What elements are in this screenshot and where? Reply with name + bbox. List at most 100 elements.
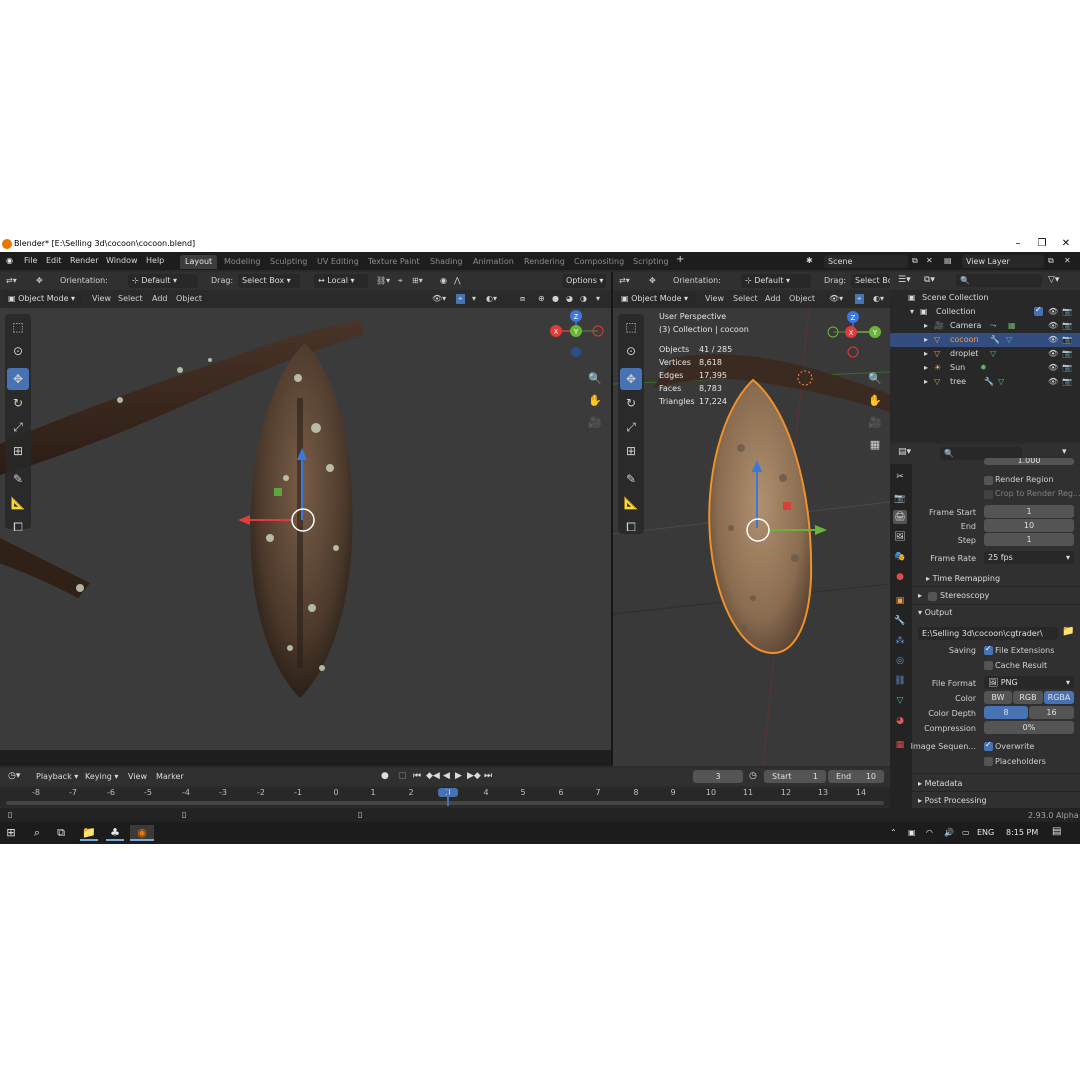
timeline-editor-icon[interactable]: ◷▾	[8, 771, 20, 781]
select-box-tool-icon[interactable]: ⬚	[7, 316, 29, 338]
outliner-row-sun[interactable]: ▸ ☀ Sun ✹ 👁 📷	[890, 361, 1080, 375]
color-depth-8-button[interactable]: 8	[984, 706, 1028, 719]
file-format-dropdown[interactable]: 🖼 PNG ▾	[984, 676, 1074, 689]
frame-rate-dropdown[interactable]: 25 fps ▾	[984, 551, 1074, 564]
sun-render-icon[interactable]: 📷	[1062, 363, 1072, 372]
move-tool-button-icon[interactable]: ✥	[7, 368, 29, 390]
timeline-ruler[interactable]: -8 -7 -6 -5 -4 -3 -2 -1 0 1 2 3 4 5 6 7 …	[0, 788, 890, 806]
keying-menu[interactable]: Keying ▾	[85, 772, 118, 781]
time-remapping-subpanel[interactable]: ▸ Time Remapping	[926, 574, 1000, 583]
collection-enable-checkbox[interactable]	[1034, 305, 1043, 316]
constraint-tab-icon[interactable]: ⛓	[893, 674, 907, 688]
tab-uv-editing[interactable]: UV Editing	[312, 255, 364, 269]
menu-help[interactable]: Help	[146, 256, 164, 265]
left-mode-dropdown[interactable]: ▣ Object Mode ▾	[4, 292, 82, 306]
color-bw-button[interactable]: BW	[984, 691, 1012, 704]
tree-render-icon[interactable]: 📷	[1062, 377, 1072, 386]
maximize-icon[interactable]: ❐	[1030, 237, 1054, 251]
proportional-edit-icon[interactable]: ◉	[440, 276, 447, 285]
snap-target-icon[interactable]: ⊞▾	[412, 276, 423, 285]
crop-region-checkbox[interactable]	[984, 490, 993, 499]
clock[interactable]: 8:15 PM	[1006, 828, 1038, 837]
left-menu-add[interactable]: Add	[152, 294, 168, 303]
wireframe-shading-icon[interactable]: ⊕	[538, 294, 545, 303]
sun-visibility-icon[interactable]: 👁	[1048, 363, 1058, 372]
world-tab-icon[interactable]: ●	[893, 570, 907, 584]
right-move-tool-button-icon[interactable]: ✥	[620, 368, 642, 390]
tray-notification-icon[interactable]: ▣	[908, 828, 916, 837]
physics-tab-icon[interactable]: ◎	[893, 654, 907, 668]
material-tab-icon[interactable]: ◕	[893, 714, 907, 728]
rotate-tool-icon[interactable]: ↻	[7, 392, 29, 414]
expand-arrow-icon[interactable]: ▸	[924, 363, 928, 372]
pivot-icon[interactable]: ⛓▾	[376, 276, 390, 285]
action-center-icon[interactable]: ▤	[1052, 826, 1061, 837]
taskbar-app-icon[interactable]: ♣	[106, 825, 124, 841]
expand-arrow-icon[interactable]: ▸	[924, 321, 928, 330]
right-select-box-tool-icon[interactable]: ⬚	[620, 316, 642, 338]
pan-hand-icon[interactable]: ✋	[586, 392, 604, 410]
play-icon[interactable]: ▶	[455, 771, 462, 781]
menu-window[interactable]: Window	[106, 256, 138, 265]
menu-edit[interactable]: Edit	[46, 256, 62, 265]
droplet-render-icon[interactable]: 📷	[1062, 349, 1072, 358]
options-dropdown[interactable]: Options ▾	[562, 274, 606, 288]
outliner-editor-icon[interactable]: ☰▾	[898, 275, 911, 285]
falloff-icon[interactable]: ⋀	[454, 276, 461, 285]
prev-keyframe-icon[interactable]: ◆◀	[426, 771, 440, 781]
frame-step-field[interactable]: 1	[984, 533, 1074, 546]
tab-sculpting[interactable]: Sculpting	[265, 255, 312, 269]
expand-arrow-icon[interactable]: ▸	[924, 335, 928, 344]
view-layer-tab-icon[interactable]: 🖼	[893, 530, 907, 544]
delete-view-layer-icon[interactable]: ✕	[1064, 256, 1071, 265]
right-add-cube-tool-icon[interactable]: ⧠	[620, 516, 642, 538]
minimize-icon[interactable]: –	[1006, 237, 1030, 251]
right-menu-view[interactable]: View	[705, 294, 724, 303]
autokey-icon[interactable]: ▢	[398, 771, 407, 781]
annotate-tool-icon[interactable]: ✎	[7, 468, 29, 490]
tray-overflow-icon[interactable]: ⌃	[890, 828, 897, 837]
tab-layout[interactable]: Layout	[180, 255, 218, 269]
metadata-panel[interactable]: ▸ Metadata	[918, 779, 962, 788]
outliner-row-camera[interactable]: ▸ 🎥 Camera ⤳ ▦ 👁 📷	[890, 319, 1080, 333]
delete-scene-icon[interactable]: ✕	[926, 256, 933, 265]
material-shading-icon[interactable]: ◕	[566, 294, 573, 303]
collection-visibility-icon[interactable]: 👁	[1048, 307, 1058, 316]
windows-start-icon[interactable]: ⊞	[2, 825, 20, 841]
properties-editor-icon[interactable]: ▤▾	[898, 447, 911, 457]
measure-tool-icon[interactable]: 📐	[7, 492, 29, 514]
add-cube-tool-icon[interactable]: ⧠	[7, 516, 29, 538]
gizmo-dropdown-icon[interactable]: ▾	[472, 294, 476, 303]
render-region-checkbox[interactable]	[984, 476, 993, 485]
transform-tool-icon[interactable]: ⊞	[7, 440, 29, 462]
cocoon-render-icon[interactable]: 📷	[1062, 335, 1072, 344]
jump-end-icon[interactable]: ⏭	[484, 771, 492, 781]
right-editor-type-icon[interactable]: ⇄▾	[619, 276, 630, 285]
right-zoom-icon[interactable]: 🔍	[866, 370, 884, 388]
tab-shading[interactable]: Shading	[425, 255, 468, 269]
post-processing-panel[interactable]: ▸ Post Processing	[918, 796, 987, 805]
orientation-dropdown[interactable]: ⊹ Default ▾	[128, 274, 198, 288]
perspective-toggle-icon[interactable]: ▦	[866, 436, 884, 454]
file-extensions-checkbox[interactable]	[984, 644, 993, 655]
right-menu-add[interactable]: Add	[765, 294, 781, 303]
task-view-icon[interactable]: ⧉	[52, 825, 70, 841]
tab-compositing[interactable]: Compositing	[569, 255, 629, 269]
right-cursor-tool-icon[interactable]: ⊙	[620, 340, 642, 362]
camera-render-icon[interactable]: 📷	[1062, 321, 1072, 330]
right-mode-dropdown[interactable]: ▣ Object Mode ▾	[617, 292, 695, 306]
right-pan-hand-icon[interactable]: ✋	[866, 392, 884, 410]
playback-menu[interactable]: Playback ▾	[36, 772, 78, 781]
cursor-tool-icon[interactable]: ⊙	[7, 340, 29, 362]
placeholders-checkbox[interactable]	[984, 757, 993, 766]
drag-dropdown[interactable]: Select Box ▾	[238, 274, 300, 288]
folder-browse-icon[interactable]: 📁	[1062, 626, 1074, 637]
camera-view-icon[interactable]: 🎥	[586, 414, 604, 432]
right-measure-tool-icon[interactable]: 📐	[620, 492, 642, 514]
color-rgba-button[interactable]: RGBA	[1044, 691, 1074, 704]
right-menu-select[interactable]: Select	[733, 294, 758, 303]
right-gizmo-toggle-icon[interactable]: ⌖	[855, 294, 864, 304]
outliner-search-input[interactable]: 🔍	[956, 274, 1042, 287]
expand-arrow-icon[interactable]: ▸	[924, 377, 928, 386]
scene-name-field[interactable]: Scene	[824, 255, 908, 268]
